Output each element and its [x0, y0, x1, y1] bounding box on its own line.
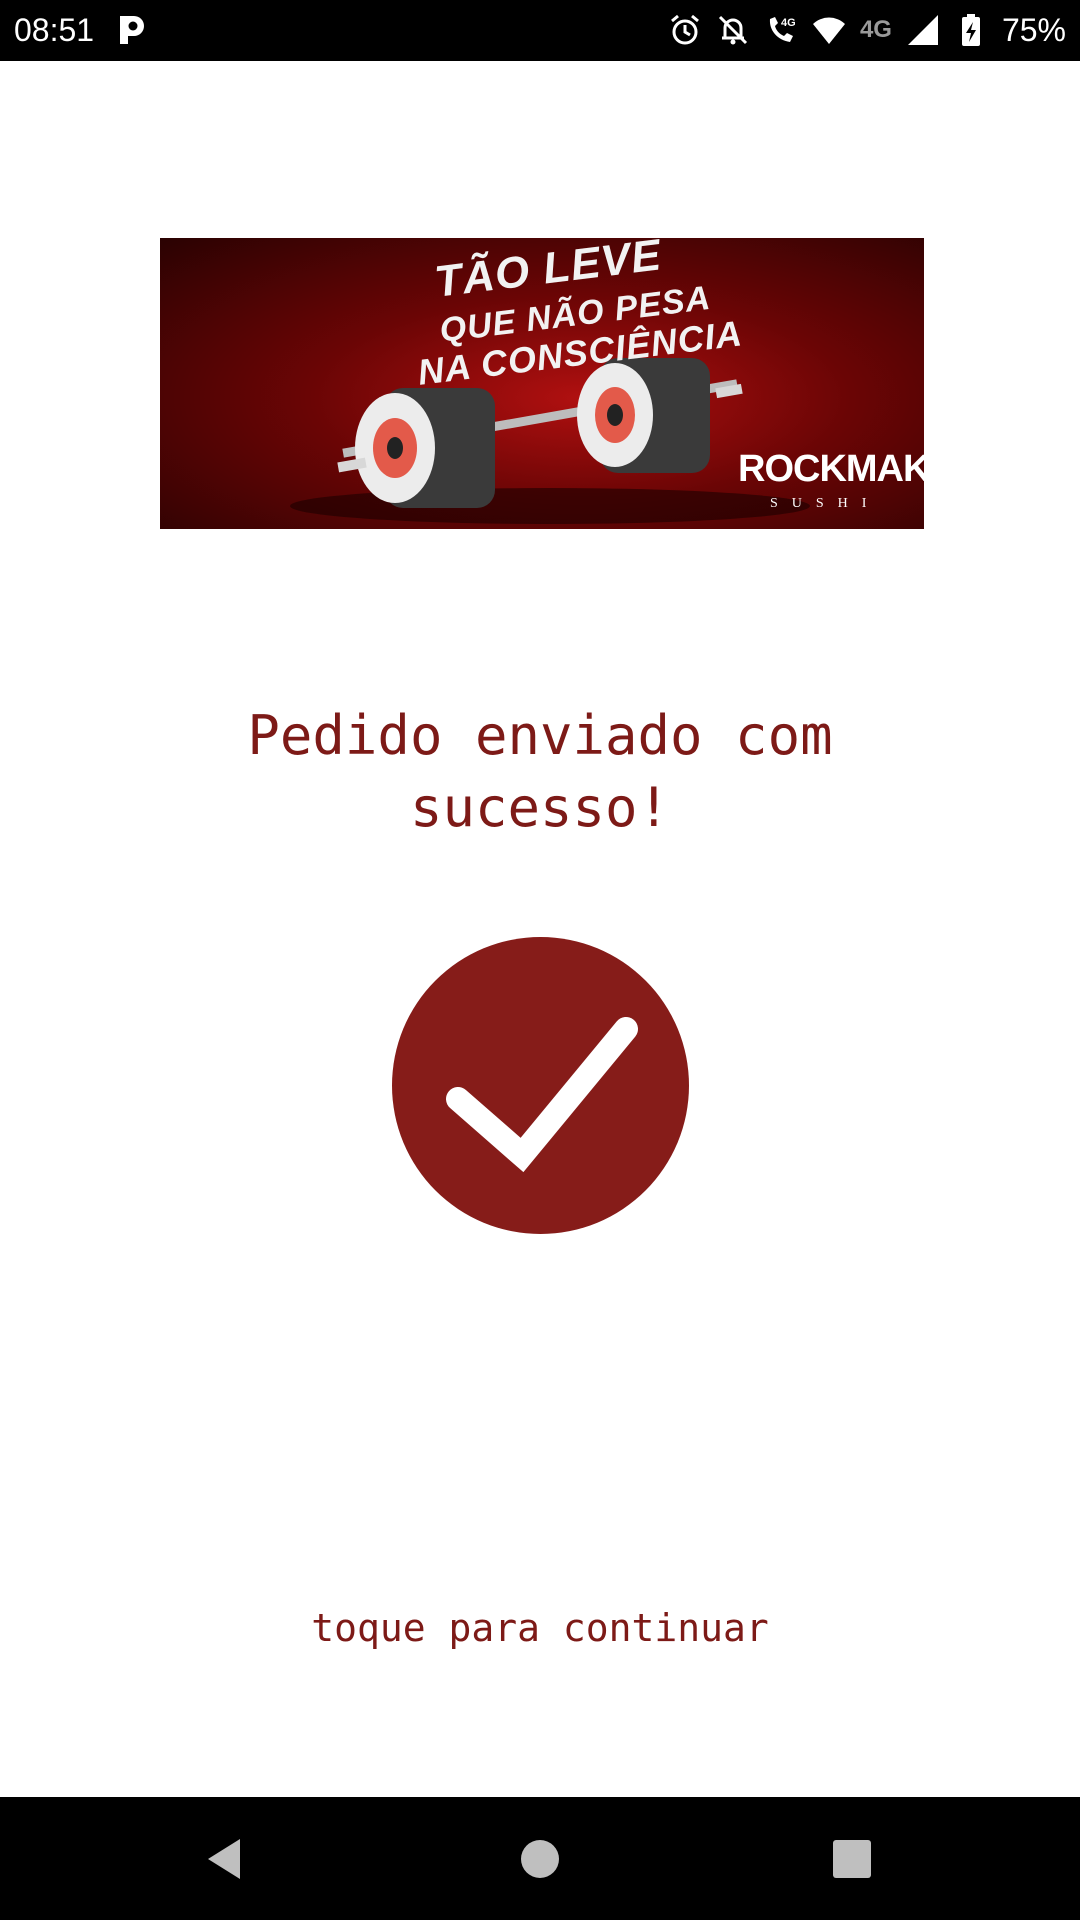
- alarm-icon: [668, 13, 702, 47]
- success-title: Pedido enviado com sucesso!: [247, 704, 833, 839]
- signal-icon: [906, 13, 940, 47]
- wifi-icon: [812, 13, 846, 47]
- svg-text:4G: 4G: [781, 17, 796, 29]
- status-time: 08:51: [14, 12, 95, 48]
- notifications-off-icon: [716, 13, 750, 47]
- navigation-bar: [0, 1797, 1080, 1920]
- wifi-calling-4g-icon: 4G: [764, 13, 798, 47]
- promo-banner: TÃO LEVE QUE NÃO PESA NA CONSCIÊNCIA ROC…: [160, 238, 924, 529]
- status-icons: 4G 4G 75%: [668, 10, 1066, 50]
- status-bar: 08:51 4G 4G 75%: [0, 0, 1080, 61]
- brand-logo: ROCKMAKI: [738, 448, 924, 490]
- brand-logo-subtitle: SUSHI: [770, 496, 881, 511]
- recents-icon[interactable]: [826, 1833, 878, 1885]
- network-type-label: 4G: [859, 16, 892, 43]
- battery-charging-icon: [954, 13, 988, 47]
- tap-to-continue-hint[interactable]: toque para continuar: [140, 1604, 940, 1652]
- battery-percent: 75%: [1001, 12, 1066, 48]
- back-icon[interactable]: [200, 1833, 252, 1885]
- check-circle-icon: [392, 937, 689, 1234]
- home-icon[interactable]: [514, 1833, 566, 1885]
- p-letter-icon: [114, 13, 148, 47]
